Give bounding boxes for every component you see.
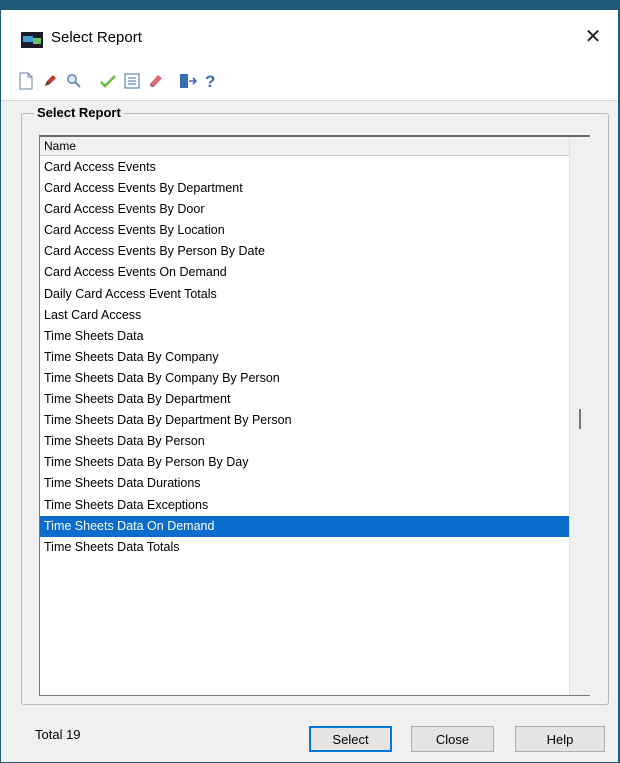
svg-text:?: ? (205, 72, 215, 90)
report-rows: Card Access Events Card Access Events By … (40, 157, 569, 558)
new-document-icon[interactable] (15, 70, 37, 92)
search-magnifier-icon[interactable] (63, 70, 85, 92)
list-item[interactable]: Time Sheets Data By Person By Day (40, 452, 569, 473)
app-logo-icon (21, 32, 43, 48)
exit-door-icon[interactable] (177, 70, 199, 92)
list-item[interactable]: Time Sheets Data Durations (40, 473, 569, 494)
list-item[interactable]: Time Sheets Data Exceptions (40, 495, 569, 516)
select-button[interactable]: Select (309, 726, 392, 752)
close-button[interactable]: Close (411, 726, 494, 752)
list-item[interactable]: Time Sheets Data (40, 326, 569, 347)
list-item[interactable]: Time Sheets Data By Department (40, 389, 569, 410)
close-window-button[interactable]: ✕ (578, 22, 608, 52)
column-header-name[interactable]: Name (40, 137, 569, 156)
eraser-icon[interactable] (145, 70, 167, 92)
list-item[interactable]: Daily Card Access Event Totals (40, 284, 569, 305)
list-item[interactable]: Card Access Events By Door (40, 199, 569, 220)
toolbar: ? (1, 65, 618, 101)
vertical-scrollbar[interactable] (569, 137, 590, 695)
report-list[interactable]: Name Card Access Events Card Access Event… (39, 135, 590, 696)
list-item[interactable]: Time Sheets Data By Company (40, 347, 569, 368)
list-view-icon[interactable] (121, 70, 143, 92)
window-title: Select Report (51, 29, 142, 46)
select-report-groupbox: Select Report Name Card Access Events Car… (21, 105, 609, 705)
list-item[interactable]: Card Access Events On Demand (40, 262, 569, 283)
help-button[interactable]: Help (515, 726, 605, 752)
list-item[interactable]: Card Access Events By Person By Date (40, 241, 569, 262)
list-item[interactable]: Last Card Access (40, 305, 569, 326)
title-bar: Select Report ✕ (1, 10, 618, 65)
list-item[interactable]: Time Sheets Data On Demand (40, 515, 569, 537)
help-question-icon[interactable]: ? (199, 70, 221, 92)
list-item[interactable]: Time Sheets Data By Department By Person (40, 410, 569, 431)
list-item[interactable]: Time Sheets Data By Company By Person (40, 368, 569, 389)
group-title: Select Report (34, 105, 124, 120)
scrollbar-thumb[interactable] (579, 409, 581, 429)
total-count: Total 19 (35, 727, 81, 742)
list-item[interactable]: Time Sheets Data Totals (40, 537, 569, 558)
list-item[interactable]: Time Sheets Data By Person (40, 431, 569, 452)
checkmark-icon[interactable] (97, 70, 119, 92)
list-item[interactable]: Card Access Events By Department (40, 178, 569, 199)
edit-pencil-icon[interactable] (39, 70, 61, 92)
list-item[interactable]: Card Access Events (40, 157, 569, 178)
select-report-dialog: Select Report ✕ ? Select Report Name Car… (1, 10, 618, 762)
list-item[interactable]: Card Access Events By Location (40, 220, 569, 241)
